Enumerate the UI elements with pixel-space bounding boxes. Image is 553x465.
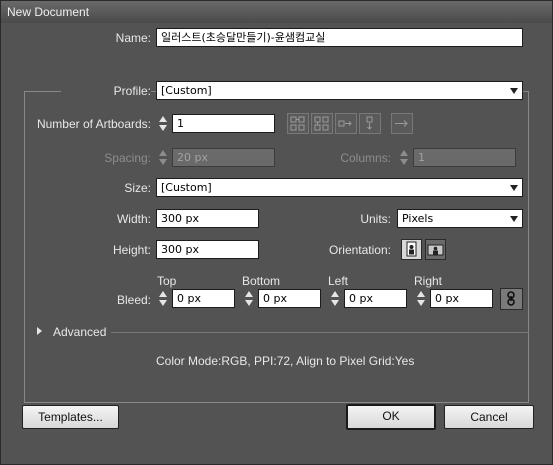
- bleed-right-stepper[interactable]: [414, 289, 428, 308]
- bleed-bottom-label: Bottom: [242, 274, 281, 288]
- stepper-down-icon: [159, 300, 167, 306]
- grid-by-column-icon[interactable]: [311, 113, 333, 134]
- columns-label: Columns:: [340, 151, 391, 165]
- chevron-down-icon: [510, 185, 518, 191]
- bleed-left-stepper[interactable]: [328, 289, 342, 308]
- stepper-up-icon: [159, 291, 167, 297]
- width-input[interactable]: 300 px: [156, 209, 259, 228]
- units-value: Pixels: [402, 212, 434, 225]
- name-input[interactable]: 일러스트(초승달만들기)-윤샘컴교실: [156, 28, 523, 47]
- profile-select[interactable]: [Custom]: [156, 81, 523, 100]
- stepper-down-icon: [245, 300, 253, 306]
- units-label: Units:: [360, 212, 391, 226]
- triangle-right-icon[interactable]: [37, 327, 42, 335]
- name-label: Name:: [115, 31, 151, 45]
- artboards-stepper[interactable]: [156, 114, 170, 133]
- templates-button[interactable]: Templates...: [22, 405, 119, 429]
- chevron-down-icon: [510, 216, 518, 222]
- bleed-top-stepper[interactable]: [156, 289, 170, 308]
- stepper-up-icon: [245, 291, 253, 297]
- portrait-icon[interactable]: [401, 239, 422, 260]
- bleed-right-input[interactable]: 0 px: [430, 289, 493, 308]
- spacing-input[interactable]: 20 px: [172, 148, 275, 167]
- artboards-input[interactable]: 1: [172, 114, 275, 133]
- bleed-bottom-stepper[interactable]: [242, 289, 256, 308]
- stepper-up-icon: [400, 150, 408, 156]
- stepper-down-icon: [331, 300, 339, 306]
- stepper-up-icon: [159, 150, 167, 156]
- bleed-bottom-input[interactable]: 0 px: [258, 289, 321, 308]
- spacing-stepper[interactable]: [156, 148, 170, 167]
- profile-value: [Custom]: [161, 84, 212, 97]
- stepper-down-icon: [417, 300, 425, 306]
- link-icon[interactable]: [500, 288, 523, 310]
- stepper-up-icon: [417, 291, 425, 297]
- bleed-left-input[interactable]: 0 px: [344, 289, 407, 308]
- stepper-up-icon: [331, 291, 339, 297]
- bleed-label: Bleed:: [116, 293, 151, 307]
- profile-label: Profile:: [61, 84, 151, 98]
- advanced-divider: [111, 332, 529, 333]
- columns-input[interactable]: 1: [413, 148, 516, 167]
- window-title: New Document: [1, 1, 552, 23]
- arrange-by-column-icon[interactable]: [359, 113, 381, 134]
- bleed-right-label: Right: [414, 274, 443, 288]
- stepper-down-icon: [400, 159, 408, 165]
- cancel-button[interactable]: Cancel: [444, 405, 534, 429]
- chevron-down-icon: [510, 88, 518, 94]
- right-to-left-icon[interactable]: [391, 113, 413, 134]
- spacing-label: Spacing:: [104, 151, 151, 165]
- width-label: Width:: [116, 212, 151, 226]
- bleed-left-label: Left: [328, 274, 349, 288]
- stepper-up-icon: [159, 116, 167, 122]
- height-label: Height:: [112, 243, 151, 257]
- height-input[interactable]: 300 px: [156, 240, 259, 259]
- dialog-body: Name: 일러스트(초승달만들기)-윤샘컴교실 Profile: [Custo…: [1, 23, 552, 464]
- stepper-down-icon: [159, 159, 167, 165]
- columns-stepper[interactable]: [397, 148, 411, 167]
- landscape-icon[interactable]: [425, 239, 446, 260]
- bleed-top-input[interactable]: 0 px: [172, 289, 235, 308]
- document-summary: Color Mode:RGB, PPI:72, Align to Pixel G…: [156, 354, 415, 368]
- advanced-toggle[interactable]: Advanced: [53, 325, 106, 339]
- orientation-label: Orientation:: [328, 243, 391, 257]
- bleed-top-label: Top: [157, 274, 177, 288]
- size-value: [Custom]: [161, 181, 212, 194]
- grid-by-row-icon[interactable]: [287, 113, 309, 134]
- size-label: Size:: [124, 181, 151, 195]
- stepper-down-icon: [159, 125, 167, 131]
- ok-button[interactable]: OK: [346, 404, 436, 430]
- size-select[interactable]: [Custom]: [156, 178, 523, 197]
- new-document-dialog: New Document Name: 일러스트(초승달만들기)-윤샘컴교실 Pr…: [0, 0, 553, 465]
- units-select[interactable]: Pixels: [397, 209, 523, 228]
- artboards-label: Number of Artboards:: [36, 117, 151, 131]
- arrange-by-row-icon[interactable]: [335, 113, 357, 134]
